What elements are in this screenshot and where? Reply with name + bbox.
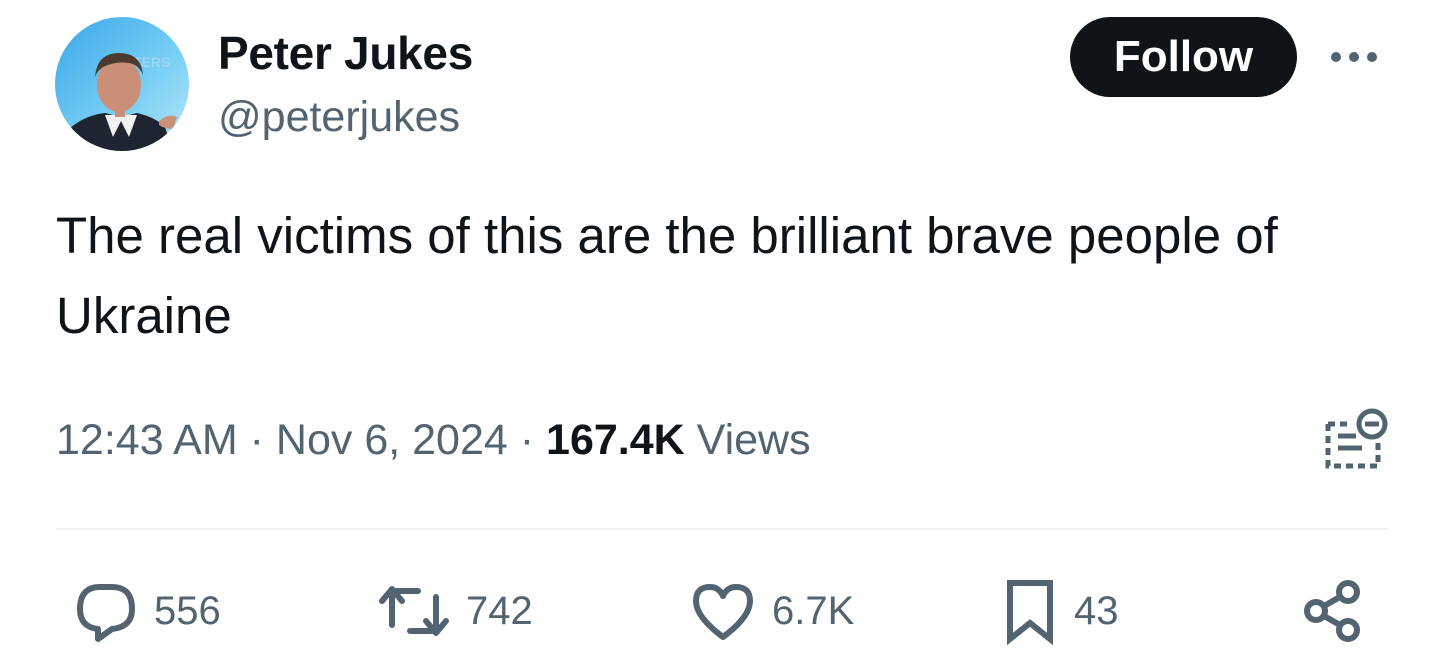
author-name[interactable]: Peter Jukes [218,26,473,80]
reply-count: 556 [154,588,221,633]
like-button[interactable]: 6.7K [688,574,854,648]
analytics-icon[interactable] [1318,406,1390,476]
tweet-date[interactable]: Nov 6, 2024 [276,416,508,464]
retweet-button[interactable]: 742 [376,574,533,648]
bookmark-count: 43 [1074,588,1119,633]
retweet-count: 742 [466,588,533,633]
views-label: Views [696,416,811,464]
tweet-meta: 12:43 AM · Nov 6, 2024 · 167.4K Views [56,416,811,465]
share-button[interactable] [1300,574,1366,648]
avatar[interactable]: TERS [55,17,189,151]
tweet-card: TERS Peter Jukes @peterjukes Follow The … [0,0,1440,666]
bookmark-button[interactable]: 43 [1000,574,1119,648]
share-icon [1304,580,1360,642]
avatar-photo: TERS [55,17,189,151]
meta-separator: · [249,416,264,464]
views-count: 167.4K [546,416,685,464]
tweet-text: The real victims of this are the brillia… [56,207,1278,344]
tweet-time[interactable]: 12:43 AM [56,416,238,464]
author-handle[interactable]: @peterjukes [218,93,460,142]
reply-icon [77,584,135,642]
reply-button[interactable]: 556 [72,574,221,648]
bookmark-icon [1007,580,1053,646]
meta-separator: · [519,416,535,464]
more-horizontal-icon[interactable] [1326,43,1382,71]
follow-button[interactable]: Follow [1070,17,1297,97]
retweet-icon [379,586,449,636]
heart-icon [693,584,753,640]
like-count: 6.7K [772,588,855,633]
divider [56,528,1388,530]
